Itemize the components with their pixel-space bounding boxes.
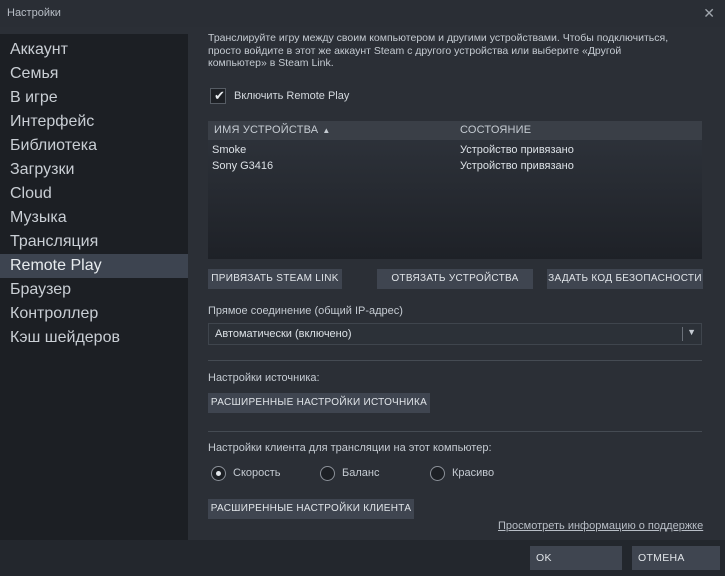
unpair-devices-button[interactable]: ОТВЯЗАТЬ УСТРОЙСТВА [377, 269, 533, 289]
pair-steam-link-button[interactable]: ПРИВЯЗАТЬ STEAM LINK [208, 269, 342, 289]
device-table: ИМЯ УСТРОЙСТВА ▲ СОСТОЯНИЕ Smoke Устройст… [208, 121, 702, 259]
direct-connection-select[interactable]: Автоматически (включено) ▼ [208, 323, 702, 345]
radio-button[interactable] [320, 466, 335, 481]
client-settings-label: Настройки клиента для трансляции на этот… [208, 442, 492, 454]
device-status: Устройство привязано [460, 144, 574, 156]
dropdown-separator [682, 327, 683, 341]
radio-button[interactable] [430, 466, 445, 481]
sidebar-item-browser[interactable]: Браузер [0, 278, 188, 302]
advanced-host-settings-button[interactable]: РАСШИРЕННЫЕ НАСТРОЙКИ ИСТОЧНИКА [208, 393, 430, 413]
set-security-code-button[interactable]: ЗАДАТЬ КОД БЕЗОПАСНОСТИ [547, 269, 703, 289]
device-status: Устройство привязано [460, 160, 574, 172]
intro-line: компьютер» в Steam Link. [208, 57, 334, 69]
column-header-label: ИМЯ УСТРОЙСТВА [214, 124, 319, 136]
sort-up-icon: ▲ [322, 126, 331, 135]
ok-button[interactable]: OK [530, 546, 622, 570]
direct-connection-label: Прямое соединение (общий IP-адрес) [208, 305, 403, 317]
radio-label: Красиво [452, 467, 495, 479]
sidebar-item-library[interactable]: Библиотека [0, 134, 188, 158]
enable-remote-play-checkbox[interactable]: ✔ [210, 88, 226, 104]
sidebar-item-account[interactable]: Аккаунт [0, 38, 188, 62]
radio-label: Баланс [342, 467, 380, 479]
sidebar-item-in-game[interactable]: В игре [0, 86, 188, 110]
intro-text: Транслируйте игру между своим компьютеро… [208, 32, 708, 70]
sidebar-item-family[interactable]: Семья [0, 62, 188, 86]
sidebar-item-remote-play[interactable]: Remote Play [0, 254, 188, 278]
intro-line: просто войдите в этот же аккаунт Steam с… [208, 44, 622, 57]
radio-selected-dot [216, 471, 221, 476]
column-header-device-name[interactable]: ИМЯ УСТРОЙСТВА ▲ [214, 124, 330, 136]
window-title: Настройки [7, 7, 61, 19]
device-name: Sony G3416 [212, 160, 274, 172]
device-name: Smoke [212, 144, 247, 156]
sidebar-item-controller[interactable]: Контроллер [0, 302, 188, 326]
divider [208, 360, 702, 361]
direct-connection-value: Автоматически (включено) [215, 328, 352, 340]
sidebar-item-interface[interactable]: Интерфейс [0, 110, 188, 134]
sidebar-item-cloud[interactable]: Cloud [0, 182, 188, 206]
radio-button[interactable] [211, 466, 226, 481]
close-icon[interactable]: ✕ [703, 5, 715, 22]
sidebar-item-shader-cache[interactable]: Кэш шейдеров [0, 326, 188, 350]
sidebar-item-music[interactable]: Музыка [0, 206, 188, 230]
support-info-link[interactable]: Просмотреть информацию о поддержке [498, 520, 703, 532]
title-bar: Настройки ✕ [0, 0, 725, 27]
sidebar: Аккаунт Семья В игре Интерфейс Библиотек… [0, 34, 188, 540]
chevron-down-icon: ▼ [687, 327, 696, 337]
host-settings-label: Настройки источника: [208, 372, 320, 384]
advanced-client-settings-button[interactable]: РАСШИРЕННЫЕ НАСТРОЙКИ КЛИЕНТА [208, 499, 414, 519]
checkmark-icon: ✔ [214, 88, 225, 103]
radio-label: Скорость [233, 467, 281, 479]
table-header: ИМЯ УСТРОЙСТВА ▲ СОСТОЯНИЕ [208, 121, 702, 140]
cancel-button[interactable]: ОТМЕНА [632, 546, 720, 570]
divider [208, 431, 702, 432]
sidebar-item-broadcasting[interactable]: Трансляция [0, 230, 188, 254]
intro-line: Транслируйте игру между своим компьютеро… [208, 32, 669, 44]
sidebar-item-downloads[interactable]: Загрузки [0, 158, 188, 182]
enable-remote-play-label: Включить Remote Play [234, 90, 350, 102]
column-header-status[interactable]: СОСТОЯНИЕ [460, 124, 531, 136]
